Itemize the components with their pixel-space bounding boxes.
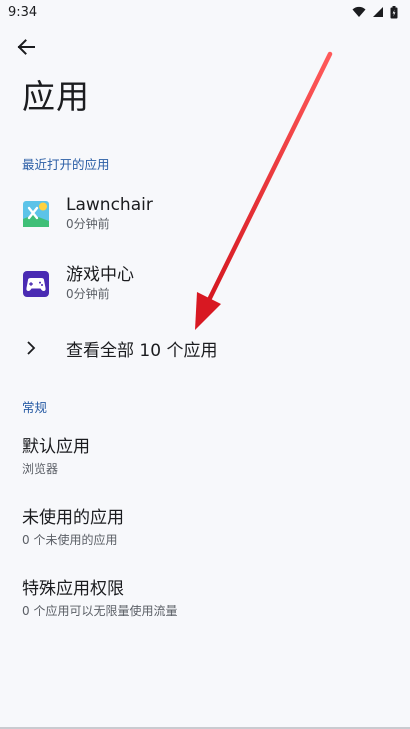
- lawnchair-icon: [23, 201, 49, 227]
- app-last-used: 0分钟前: [66, 287, 110, 301]
- wifi-icon: [352, 6, 366, 17]
- status-time: 9:34: [8, 4, 38, 20]
- pref-title: 默认应用: [22, 437, 90, 457]
- pref-summary: 浏览器: [22, 462, 59, 476]
- recent-app-game-center[interactable]: 游戏中心 0分钟前: [0, 252, 410, 316]
- status-bar: 9:34: [0, 0, 410, 24]
- unused-apps-item[interactable]: 未使用的应用 0 个未使用的应用: [0, 506, 410, 566]
- battery-icon: [390, 5, 398, 18]
- pref-title: 特殊应用权限: [22, 579, 124, 599]
- app-last-used: 0分钟前: [66, 217, 110, 231]
- back-button[interactable]: [8, 30, 44, 64]
- pref-summary: 0 个未使用的应用: [22, 533, 118, 547]
- recent-app-lawnchair[interactable]: Lawnchair 0分钟前: [0, 182, 410, 246]
- chevron-right-icon: [27, 341, 36, 355]
- signal-icon: [373, 7, 383, 17]
- page-title: 应用: [22, 77, 90, 116]
- special-app-access-item[interactable]: 特殊应用权限 0 个应用可以无限量使用流量: [0, 577, 410, 637]
- pref-title: 未使用的应用: [22, 508, 124, 528]
- recent-apps-header: 最近打开的应用: [22, 157, 110, 172]
- see-all-apps-button[interactable]: 查看全部 10 个应用: [0, 326, 410, 370]
- see-all-apps-label: 查看全部 10 个应用: [66, 340, 218, 361]
- app-name: Lawnchair: [66, 195, 153, 215]
- general-section-header: 常规: [22, 400, 48, 415]
- arrow-back-icon: [17, 39, 35, 55]
- app-name: 游戏中心: [66, 265, 134, 285]
- status-icons: [352, 5, 398, 19]
- game-center-icon: [23, 271, 49, 297]
- default-apps-item[interactable]: 默认应用 浏览器: [0, 435, 410, 495]
- settings-apps-screen: 9:34 应用 最近打开的应用 Lawnchair 0分钟前 游戏中心 0分钟前…: [0, 0, 410, 729]
- pref-summary: 0 个应用可以无限量使用流量: [22, 604, 178, 618]
